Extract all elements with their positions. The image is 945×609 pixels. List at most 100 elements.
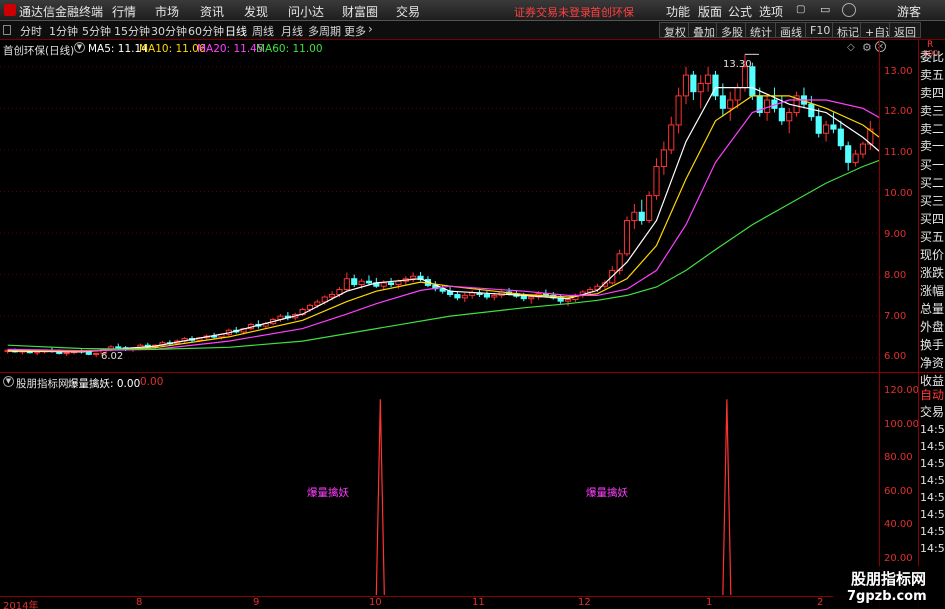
quote-item-sell4[interactable]: 卖四 [920, 84, 944, 101]
candle-body [638, 211, 645, 222]
menu-ask[interactable]: 问小达 [288, 3, 324, 20]
menu-formula[interactable]: 公式 [728, 3, 752, 20]
trade-time: 14:56 [920, 457, 945, 470]
menu-discover[interactable]: 发现 [244, 3, 268, 20]
candle-body [93, 353, 100, 356]
period-tab-weekly[interactable]: 周线 [252, 23, 274, 39]
candle-body [410, 275, 417, 280]
quote-item-volume[interactable]: 总量 [920, 300, 944, 317]
trade-time: 14:56 [920, 542, 945, 555]
candle-body [115, 346, 122, 349]
quote-item-sell2[interactable]: 卖二 [920, 120, 944, 137]
x-label-8: 8 [136, 597, 143, 608]
watermark-line2: 7gpzb.com [847, 589, 927, 604]
candle-body [380, 282, 387, 287]
candle-body [815, 116, 822, 134]
quote-item-change[interactable]: 涨跌 [920, 264, 944, 281]
adjust-button[interactable]: 复权 [659, 22, 691, 39]
trade-detail-tab[interactable]: 交易 [920, 403, 944, 420]
quote-item-turnover[interactable]: 换手 [920, 336, 944, 353]
menu-wealth[interactable]: 财富圈 [342, 3, 378, 20]
f10-button[interactable]: F10 [805, 22, 836, 38]
quote-item-change-pct[interactable]: 涨幅 [920, 282, 944, 299]
period-tab-1min[interactable]: 1分钟 [49, 23, 78, 39]
period-tab-60min[interactable]: 60分钟 [188, 23, 224, 39]
x-label-2014: 2014年 [3, 601, 39, 609]
candle-body [520, 295, 527, 300]
panel-divider [919, 372, 945, 373]
trade-time: 14:56 [920, 508, 945, 521]
indicator-chart[interactable] [0, 373, 880, 596]
candle-body [690, 74, 697, 93]
trade-time: 14:56 [920, 474, 945, 487]
candle-body [675, 95, 682, 126]
back-button[interactable]: 返回 [889, 22, 921, 39]
main-y-tick-6: 6.00 [884, 351, 907, 362]
period-tab-30min[interactable]: 30分钟 [151, 23, 187, 39]
user-label[interactable]: 游客 [897, 3, 921, 20]
draw-line-button[interactable]: 画线 [775, 22, 807, 39]
x-label-2: 2 [817, 597, 824, 608]
quote-item-weibi[interactable]: 委比 [920, 48, 944, 65]
period-tab-5min[interactable]: 5分钟 [82, 23, 111, 39]
candle-body [564, 299, 572, 302]
period-tab-intraday[interactable]: 分时 [20, 23, 42, 39]
candle-body [808, 103, 815, 118]
candle-body [845, 145, 852, 163]
ind-y-tick-120: 120.00 [884, 385, 919, 396]
quote-item-sell3[interactable]: 卖三 [920, 102, 944, 119]
candle-body [778, 107, 785, 122]
period-tab-15min[interactable]: 15分钟 [114, 23, 150, 39]
user-avatar[interactable] [842, 3, 856, 17]
title-bar: 通达信金融终端 行情 市场 资讯 发现 问小达 财富圈 交易 证券交易未登录 首… [0, 0, 945, 21]
trade-login-notice[interactable]: 证券交易未登录 [514, 4, 591, 20]
minimize-icon[interactable]: ▭ [820, 3, 830, 16]
quote-item-sell5[interactable]: 卖五 [920, 66, 944, 83]
menu-layout[interactable]: 版面 [698, 3, 722, 20]
candle-body [852, 153, 859, 163]
statistics-button[interactable]: 统计 [745, 22, 777, 39]
candle-body [682, 74, 690, 97]
menu-trade[interactable]: 交易 [396, 3, 420, 20]
candle-body [329, 294, 336, 298]
ind-y-tick-100: 100.00 [884, 419, 919, 430]
candle-body [461, 294, 468, 299]
quote-item-outer[interactable]: 外盘 [920, 318, 944, 335]
quote-item-buy2[interactable]: 买二 [920, 174, 944, 191]
quote-item-buy3[interactable]: 买三 [920, 192, 944, 209]
menu-news[interactable]: 资讯 [200, 3, 224, 20]
quote-item-buy4[interactable]: 买四 [920, 210, 944, 227]
x-label-1: 1 [706, 597, 713, 608]
candle-body [395, 280, 402, 286]
multi-stock-button[interactable]: 多股 [716, 22, 748, 39]
quote-item-sell1[interactable]: 卖一 [920, 137, 944, 154]
candle-body [351, 278, 358, 286]
quote-item-buy5[interactable]: 买五 [920, 228, 944, 245]
candle-body [646, 195, 653, 222]
main-y-tick-7: 7.00 [884, 311, 907, 322]
candle-body [623, 220, 631, 255]
period-toolbar: 分时 1分钟 5分钟 15分钟 30分钟 60分钟 日线 周线 月线 多周期 更… [0, 21, 945, 40]
period-tab-monthly[interactable]: 月线 [281, 23, 303, 39]
candle-body [454, 294, 461, 299]
candle-body [528, 296, 535, 300]
ma-line-ma60 [7, 159, 880, 351]
quote-item-net-asset[interactable]: 净资 [920, 354, 944, 371]
menu-function[interactable]: 功能 [666, 3, 690, 20]
app-name: 通达信金融终端 [19, 5, 104, 19]
trade-time: 14:56 [920, 423, 945, 436]
period-tab-multi[interactable]: 多周期 [308, 23, 341, 39]
quote-item-price[interactable]: 现价 [920, 246, 944, 263]
period-tab-daily[interactable]: 日线 [225, 23, 247, 39]
dropdown-icon[interactable]: ▢ [796, 4, 805, 15]
candle-body [63, 352, 70, 355]
candle-body [859, 143, 867, 155]
period-tab-more[interactable]: 更多 [344, 23, 366, 39]
auto-toggle[interactable]: 自动 [920, 386, 944, 403]
quote-item-buy1[interactable]: 买一 [920, 156, 944, 173]
chevron-right-icon[interactable]: › [368, 22, 373, 36]
menu-market[interactable]: 市场 [155, 3, 179, 20]
menu-market-quotes[interactable]: 行情 [112, 3, 136, 20]
menu-options[interactable]: 选项 [759, 3, 783, 20]
candlestick-chart[interactable] [0, 40, 880, 373]
